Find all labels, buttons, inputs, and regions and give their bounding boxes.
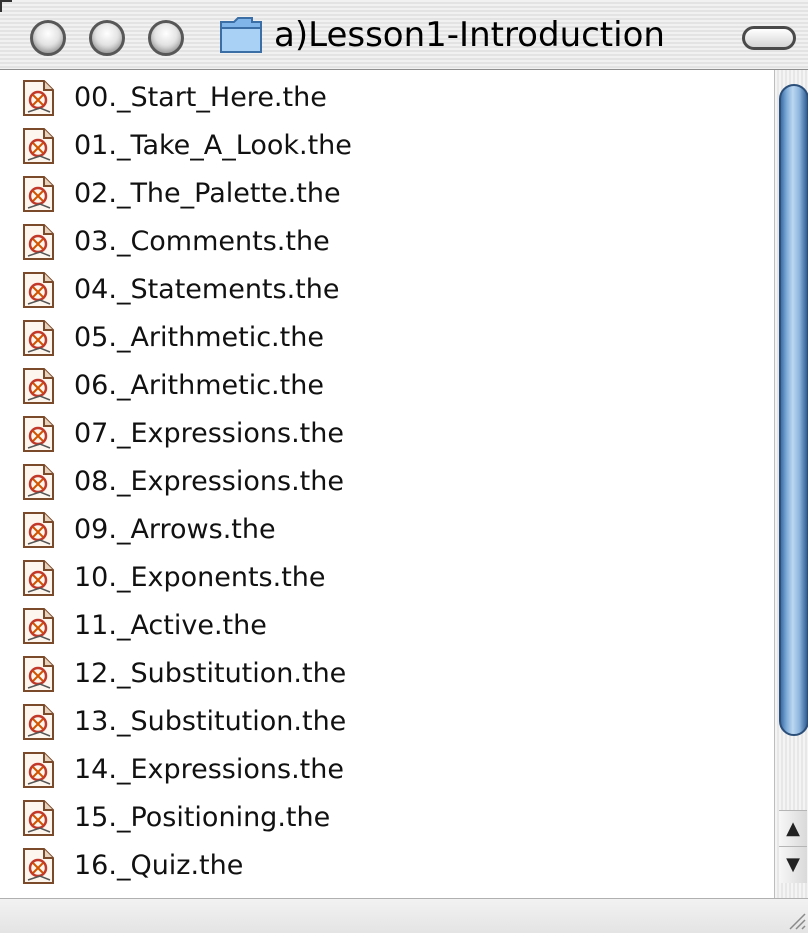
file-row[interactable]: 09._Arrows.the — [0, 502, 774, 550]
window-title: a)Lesson1-Introduction — [274, 15, 665, 55]
document-icon[interactable] — [20, 606, 58, 646]
document-icon[interactable] — [20, 78, 58, 118]
title-bar[interactable]: a)Lesson1-Introduction — [0, 0, 808, 70]
file-name[interactable]: 06._Arithmetic.the — [74, 366, 324, 406]
resize-grip-icon[interactable] — [782, 906, 806, 930]
file-name[interactable]: 15._Positioning.the — [74, 798, 330, 838]
file-row[interactable]: 13._Substitution.the — [0, 694, 774, 742]
file-row[interactable]: 01._Take_A_Look.the — [0, 118, 774, 166]
vertical-scrollbar[interactable]: ▲ ▼ — [774, 70, 808, 898]
file-name[interactable]: 01._Take_A_Look.the — [74, 126, 352, 166]
file-row[interactable]: 14._Expressions.the — [0, 742, 774, 790]
document-icon[interactable] — [20, 510, 58, 550]
window-corner — [0, 0, 12, 12]
document-icon[interactable] — [20, 558, 58, 598]
status-bar — [0, 898, 808, 933]
file-row[interactable]: 11._Active.the — [0, 598, 774, 646]
file-list[interactable]: 00._Start_Here.the 01._Take_A_Look.the 02.… — [0, 70, 774, 898]
folder-icon[interactable] — [218, 14, 264, 56]
file-row[interactable]: 04._Statements.the — [0, 262, 774, 310]
document-icon[interactable] — [20, 222, 58, 262]
file-name[interactable]: 12._Substitution.the — [74, 654, 346, 694]
scroll-down-arrow[interactable]: ▼ — [779, 846, 807, 883]
file-row[interactable]: 02._The_Palette.the — [0, 166, 774, 214]
scroll-up-arrow[interactable]: ▲ — [779, 810, 807, 847]
file-name[interactable]: 14._Expressions.the — [74, 750, 344, 790]
close-button[interactable] — [30, 20, 66, 56]
toolbar-toggle-button[interactable] — [742, 26, 796, 50]
document-icon[interactable] — [20, 798, 58, 838]
document-icon[interactable] — [20, 414, 58, 454]
file-name[interactable]: 04._Statements.the — [74, 270, 339, 310]
file-row[interactable]: 05._Arithmetic.the — [0, 310, 774, 358]
file-name[interactable]: 02._The_Palette.the — [74, 174, 341, 214]
file-row[interactable]: 07._Expressions.the — [0, 406, 774, 454]
file-name[interactable]: 10._Exponents.the — [74, 558, 326, 598]
document-icon[interactable] — [20, 270, 58, 310]
file-name[interactable]: 09._Arrows.the — [74, 510, 276, 550]
file-name[interactable]: 05._Arithmetic.the — [74, 318, 324, 358]
file-name[interactable]: 16._Quiz.the — [74, 846, 243, 886]
file-name[interactable]: 08._Expressions.the — [74, 462, 344, 502]
file-name[interactable]: 03._Comments.the — [74, 222, 330, 262]
file-row[interactable]: 06._Arithmetic.the — [0, 358, 774, 406]
zoom-button[interactable] — [148, 20, 184, 56]
document-icon[interactable] — [20, 846, 58, 886]
file-row[interactable]: 03._Comments.the — [0, 214, 774, 262]
file-row[interactable]: 12._Substitution.the — [0, 646, 774, 694]
file-row[interactable]: 10._Exponents.the — [0, 550, 774, 598]
document-icon[interactable] — [20, 702, 58, 742]
file-row[interactable]: 15._Positioning.the — [0, 790, 774, 838]
file-name[interactable]: 00._Start_Here.the — [74, 78, 327, 118]
file-row[interactable]: 00._Start_Here.the — [0, 70, 774, 118]
document-icon[interactable] — [20, 654, 58, 694]
file-row[interactable]: 16._Quiz.the — [0, 838, 774, 886]
document-icon[interactable] — [20, 174, 58, 214]
file-row[interactable]: 08._Expressions.the — [0, 454, 774, 502]
scroll-thumb[interactable] — [779, 84, 808, 736]
document-icon[interactable] — [20, 462, 58, 502]
file-name[interactable]: 11._Active.the — [74, 606, 267, 646]
file-name[interactable]: 13._Substitution.the — [74, 702, 346, 742]
document-icon[interactable] — [20, 366, 58, 406]
file-name[interactable]: 07._Expressions.the — [74, 414, 344, 454]
minimize-button[interactable] — [89, 20, 125, 56]
document-icon[interactable] — [20, 126, 58, 166]
document-icon[interactable] — [20, 318, 58, 358]
document-icon[interactable] — [20, 750, 58, 790]
